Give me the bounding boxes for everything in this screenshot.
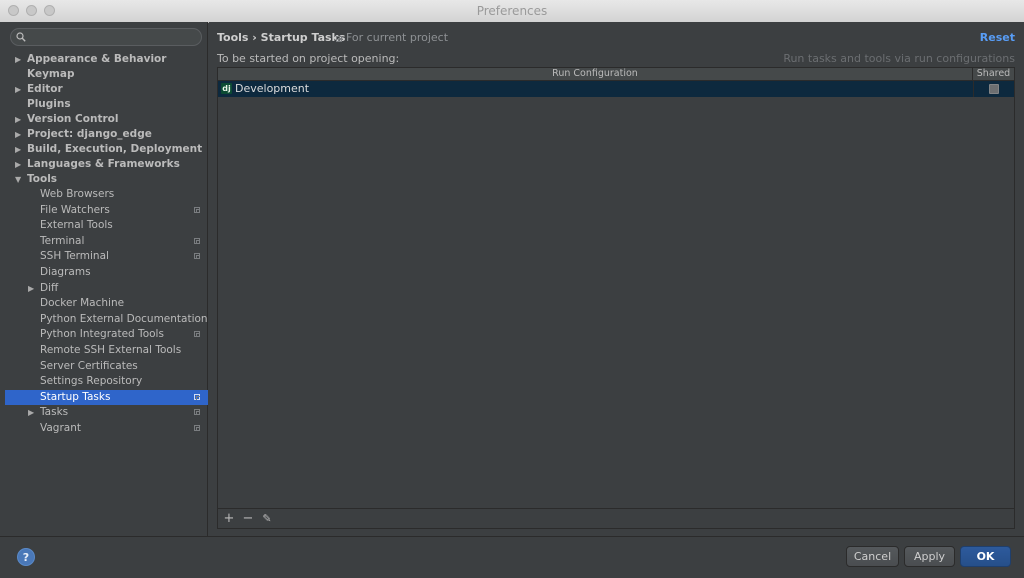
sidebar-item-label: Remote SSH External Tools xyxy=(40,343,182,356)
sidebar-item-label: Languages & Frameworks xyxy=(27,158,180,170)
project-scope-icon xyxy=(194,253,200,260)
sidebar-item[interactable]: Python Integrated Tools xyxy=(5,327,208,343)
sidebar-item[interactable]: Startup Tasks xyxy=(5,389,208,406)
remove-icon[interactable]: − xyxy=(240,511,256,527)
sidebar-item[interactable]: ▶ Appearance & Behavior xyxy=(5,52,208,67)
chevron-down-icon[interactable]: ▼ xyxy=(15,172,21,187)
chevron-right-icon[interactable]: ▶ xyxy=(15,52,21,67)
django-icon: dj xyxy=(221,83,232,94)
column-header-shared[interactable]: Shared xyxy=(973,68,1014,80)
sidebar-item[interactable]: ▶ Tasks xyxy=(5,405,208,421)
dialog-footer: ? Cancel Apply OK xyxy=(0,536,1024,578)
sidebar-item-label: Project: django_edge xyxy=(27,128,152,140)
column-divider xyxy=(973,81,974,97)
sidebar-item-label: Build, Execution, Deployment xyxy=(27,143,203,155)
sidebar-item[interactable]: ▼ Tools xyxy=(5,172,208,187)
sidebar-item-label: Version Control xyxy=(27,113,119,125)
sidebar-item[interactable]: SSH Terminal xyxy=(5,249,208,265)
settings-tree: ▶ Appearance & Behavior Keymap ▶ Editor Plugi… xyxy=(5,52,208,437)
project-scope-icon xyxy=(336,36,342,42)
window-title: Preferences xyxy=(476,4,548,18)
breadcrumb: Tools › Startup Tasks xyxy=(217,31,346,44)
search-input[interactable] xyxy=(10,28,202,46)
sidebar-item[interactable]: Python External Documentation xyxy=(5,312,208,328)
edit-icon[interactable]: ✎ xyxy=(259,511,275,527)
title-bar: Preferences xyxy=(0,0,1024,23)
chevron-right-icon[interactable]: ▶ xyxy=(15,112,21,127)
sidebar-item-label: Keymap xyxy=(27,68,75,80)
help-button[interactable]: ? xyxy=(17,548,35,566)
reset-link[interactable]: Reset xyxy=(980,31,1015,44)
chevron-right-icon[interactable]: ▶ xyxy=(28,281,34,297)
sidebar-item-label: Appearance & Behavior xyxy=(27,53,167,65)
section-title: To be started on project opening: xyxy=(217,52,400,65)
sidebar-item[interactable]: ▶ Project: django_edge xyxy=(5,127,208,142)
column-header-run-configuration[interactable]: Run Configuration xyxy=(218,68,973,80)
project-scope-icon xyxy=(194,331,200,338)
apply-button[interactable]: Apply xyxy=(904,546,955,567)
table-row[interactable]: dj Development xyxy=(218,81,1014,97)
sidebar-item-label: Vagrant xyxy=(40,421,81,434)
scope-label: For current project xyxy=(336,31,448,44)
scope-text: For current project xyxy=(346,31,449,44)
sidebar-item-label: File Watchers xyxy=(40,203,110,216)
sidebar-item-label: Web Browsers xyxy=(40,188,115,200)
sidebar-item[interactable]: Terminal xyxy=(5,234,208,250)
sidebar-item-label: Settings Repository xyxy=(40,375,143,388)
sidebar-item-label: Terminal xyxy=(40,234,85,247)
run-configurations-hint: Run tasks and tools via run configuratio… xyxy=(783,52,1015,65)
project-scope-icon xyxy=(194,237,200,244)
chevron-right-icon[interactable]: ▶ xyxy=(15,157,21,172)
sidebar-item[interactable]: Keymap xyxy=(5,67,208,82)
chevron-right-icon[interactable]: ▶ xyxy=(15,142,21,157)
sidebar-item-label: External Tools xyxy=(40,219,113,232)
project-scope-icon xyxy=(194,409,200,416)
sidebar-item[interactable]: External Tools xyxy=(5,218,208,234)
sidebar-item[interactable]: Settings Repository xyxy=(5,374,208,390)
search-icon xyxy=(16,32,26,42)
chevron-right-icon[interactable]: ▶ xyxy=(28,405,34,421)
sidebar-item[interactable]: ▶ Diff xyxy=(5,281,208,297)
sidebar-item[interactable]: Web Browsers xyxy=(5,187,208,203)
run-configuration-name: Development xyxy=(235,82,310,95)
sidebar-item[interactable]: Plugins xyxy=(5,97,208,112)
sidebar-item-label: Editor xyxy=(27,83,63,95)
preferences-window: Preferences ▶ Appearance & Behavior Keymap… xyxy=(0,0,1024,578)
chevron-right-icon[interactable]: ▶ xyxy=(15,127,21,142)
sidebar-item-label: Plugins xyxy=(27,98,71,110)
settings-sidebar: ▶ Appearance & Behavior Keymap ▶ Editor Plugi… xyxy=(0,22,208,536)
sidebar-item[interactable]: Remote SSH External Tools xyxy=(5,343,208,359)
sidebar-item[interactable]: Docker Machine xyxy=(5,296,208,312)
sidebar-item-label: Server Certificates xyxy=(40,359,138,372)
project-scope-icon xyxy=(194,424,200,431)
sidebar-item-label: Diagrams xyxy=(40,265,91,278)
sidebar-item-label: Diff xyxy=(40,281,59,294)
sidebar-item[interactable]: ▶ Version Control xyxy=(5,112,208,127)
sidebar-item-label: Docker Machine xyxy=(40,297,125,310)
sidebar-item[interactable]: Server Certificates xyxy=(5,359,208,375)
add-icon[interactable]: + xyxy=(221,511,237,527)
sidebar-item[interactable]: ▶ Build, Execution, Deployment xyxy=(5,142,208,157)
sidebar-item[interactable]: Diagrams xyxy=(5,265,208,281)
sidebar-item[interactable]: ▶ Languages & Frameworks xyxy=(5,157,208,172)
chevron-right-icon[interactable]: ▶ xyxy=(15,82,21,97)
table-header: Run Configuration Shared xyxy=(218,68,1014,81)
project-scope-icon xyxy=(194,206,200,213)
startup-tasks-panel: Tools › Startup Tasks For current projec… xyxy=(209,22,1024,536)
sidebar-item[interactable]: Vagrant xyxy=(5,421,208,437)
sidebar-item-label: Tools xyxy=(27,173,58,185)
shared-checkbox[interactable] xyxy=(989,84,999,94)
table-toolbar: + − ✎ xyxy=(218,508,1014,529)
project-scope-icon xyxy=(194,393,200,400)
sidebar-item[interactable]: File Watchers xyxy=(5,203,208,219)
sidebar-item-label: Python Integrated Tools xyxy=(40,328,164,341)
sidebar-item-label: Python External Documentation xyxy=(40,312,208,325)
sidebar-item-label: Tasks xyxy=(40,406,69,419)
ok-button[interactable]: OK xyxy=(960,546,1011,567)
run-configurations-table: Run Configuration Shared dj Development … xyxy=(217,67,1015,529)
cancel-button[interactable]: Cancel xyxy=(846,546,899,567)
sidebar-item-label: Startup Tasks xyxy=(40,390,111,403)
sidebar-item-label: SSH Terminal xyxy=(40,250,109,263)
sidebar-item[interactable]: ▶ Editor xyxy=(5,82,208,97)
